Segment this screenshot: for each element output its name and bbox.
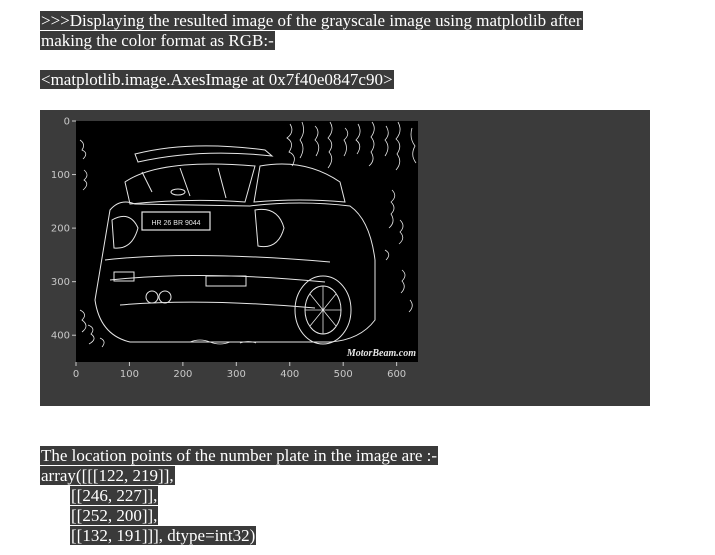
result-row-2: [[246, 227]], [70, 486, 159, 505]
y-tick-label: 300 [51, 277, 70, 288]
watermark-text: MotorBeam.com [346, 348, 416, 359]
plate-text: HR 26 BR 9044 [151, 220, 200, 227]
x-tick-label: 100 [120, 369, 139, 380]
y-tick-label: 0 [64, 117, 70, 128]
axes-image-repr: <matplotlib.image.AxesImage at 0x7f40e08… [40, 70, 394, 90]
x-tick-label: 0 [73, 369, 79, 380]
edge-image-plot: HR 26 BR 9044 MotorBeam.com 0 100 200 300 40… [40, 110, 650, 406]
result-row-1: array([[[122, 219]], [40, 466, 175, 485]
y-tick-label: 400 [51, 331, 70, 342]
x-tick-label: 300 [227, 369, 246, 380]
result-row-4: [[132, 191]]], dtype=int32) [70, 526, 257, 545]
result-text: The location points of the number plate … [40, 446, 439, 546]
axes-image-repr-text: <matplotlib.image.AxesImage at 0x7f40e08… [40, 70, 394, 89]
result-row-3: [[252, 200]], [70, 506, 159, 525]
y-tick-label: 200 [51, 224, 70, 235]
y-tick-label: 100 [51, 170, 70, 181]
intro-text: >>>Displaying the resulted image of the … [40, 11, 640, 51]
x-tick-label: 400 [280, 369, 299, 380]
result-heading: The location points of the number plate … [40, 446, 439, 465]
x-tick-label: 500 [334, 369, 353, 380]
intro-line-1: >>>Displaying the resulted image of the … [40, 11, 583, 30]
edge-image [76, 121, 418, 362]
intro-line-2: making the color format as RGB:- [40, 31, 275, 50]
x-tick-label: 200 [173, 369, 192, 380]
output-plot-panel: HR 26 BR 9044 MotorBeam.com 0 100 200 300 40… [40, 110, 650, 406]
x-tick-label: 600 [387, 369, 406, 380]
